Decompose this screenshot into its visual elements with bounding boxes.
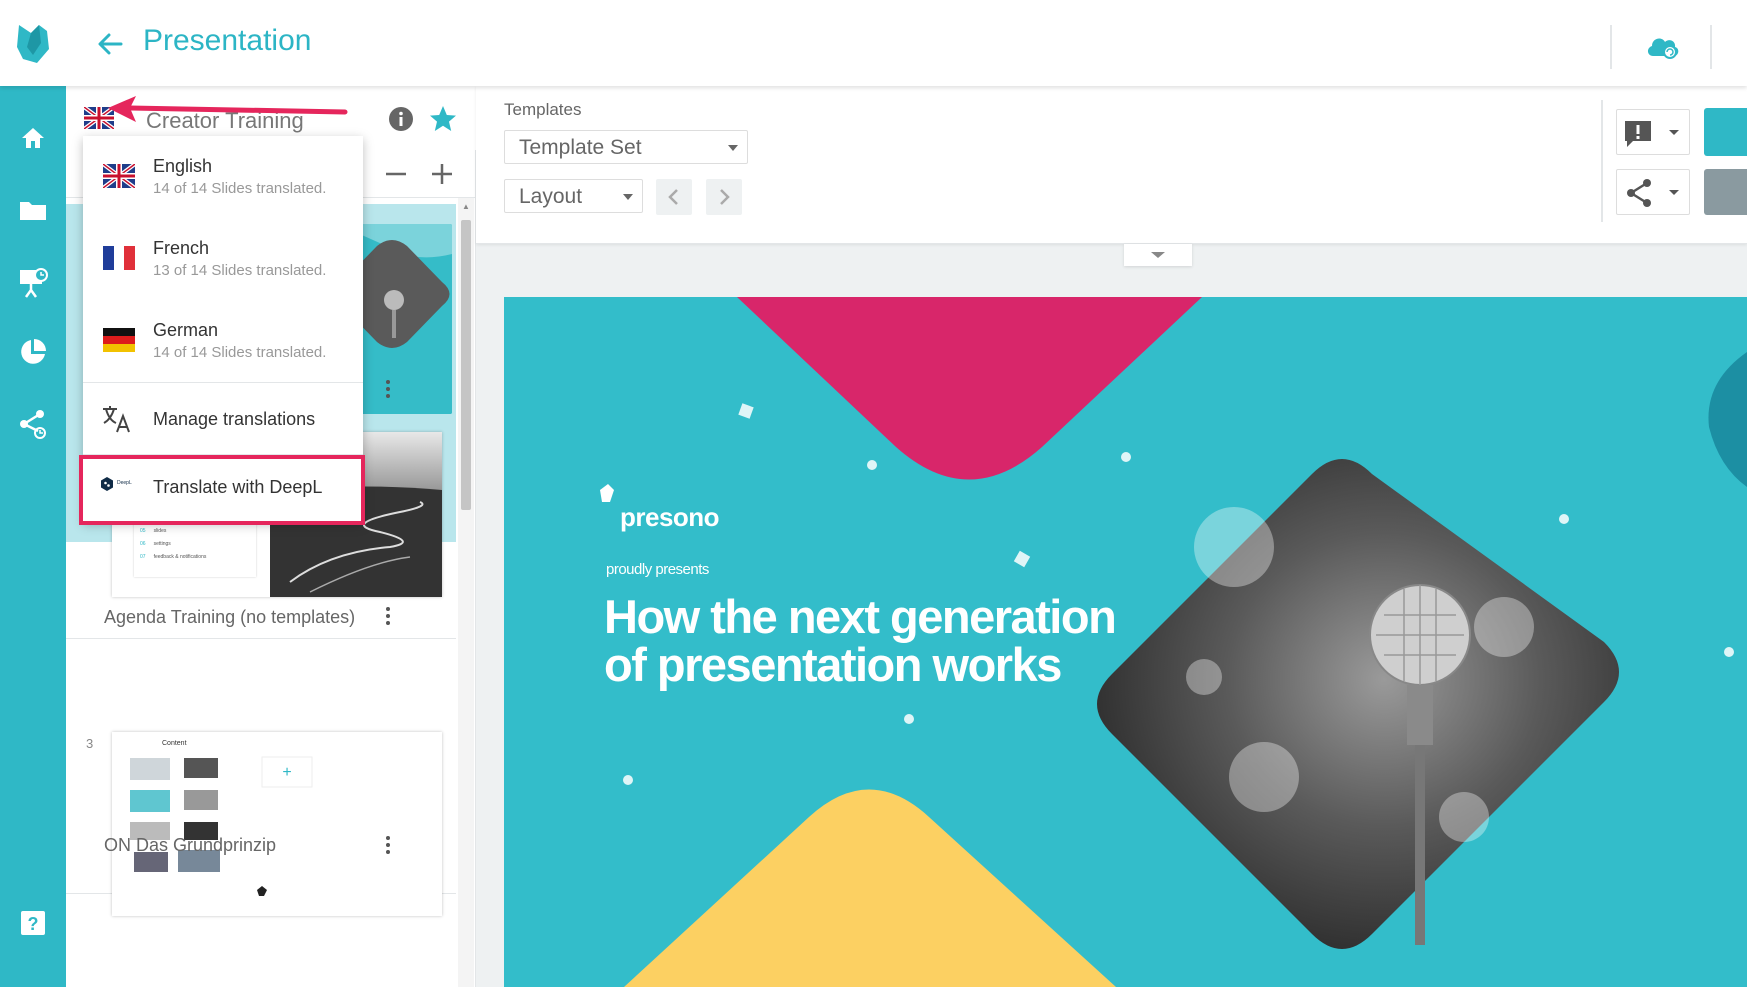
plus-icon[interactable] xyxy=(428,160,456,188)
app-window: Presentation ? Creator Training 05 slide… xyxy=(0,0,1747,987)
language-name: French xyxy=(153,238,210,258)
more-vert-icon[interactable] xyxy=(380,378,396,400)
headline-line: of presentation works xyxy=(604,638,1062,691)
divider xyxy=(83,382,363,383)
uk-flag-icon xyxy=(101,162,137,190)
agenda-row: 05 slides xyxy=(140,528,260,541)
slide-number: 3 xyxy=(86,736,94,751)
svg-text:+: + xyxy=(282,764,291,781)
template-set-select[interactable]: Template Set xyxy=(504,130,748,164)
germany-flag-icon xyxy=(103,328,135,352)
minus-icon[interactable] xyxy=(382,160,410,188)
help-icon[interactable]: ? xyxy=(13,903,53,943)
language-name: German xyxy=(153,320,219,340)
cloud-sync-icon[interactable] xyxy=(1645,32,1681,62)
scroll-up-icon[interactable]: ▲ xyxy=(461,202,471,212)
translation-status: 14 of 14 Slides translated. xyxy=(153,344,327,361)
language-option-english[interactable]: English 14 of 14 Slides translated. xyxy=(83,136,363,218)
language-option-german[interactable]: German 14 of 14 Slides translated. xyxy=(83,300,363,382)
divider xyxy=(1601,100,1603,222)
brand-name: presono xyxy=(620,502,720,532)
presentation-icon[interactable] xyxy=(13,262,53,302)
slide-headline: How the next generation of presentation … xyxy=(604,593,1164,689)
editor-toolbar xyxy=(476,86,1747,244)
svg-text:?: ? xyxy=(28,914,39,934)
agenda-number: 05 xyxy=(140,528,146,534)
agenda-number: 07 xyxy=(140,554,146,560)
layout-value: Layout xyxy=(519,185,583,208)
caret-down-icon xyxy=(728,145,738,151)
language-name: English xyxy=(153,156,213,176)
caret-down-icon xyxy=(623,194,633,200)
page-title: Presentation xyxy=(143,24,312,57)
translation-status: 14 of 14 Slides translated. xyxy=(153,180,327,197)
language-option-french[interactable]: French 13 of 14 Slides translated. xyxy=(83,218,363,300)
share-button[interactable] xyxy=(1616,169,1690,215)
divider xyxy=(1610,25,1612,69)
more-vert-icon[interactable] xyxy=(380,834,396,856)
france-flag-icon xyxy=(103,246,135,270)
chevron-right-icon[interactable] xyxy=(706,179,742,215)
slide-title: ON Das Grundprinzip xyxy=(104,835,277,855)
primary-action-button[interactable] xyxy=(1704,108,1747,156)
share-icon[interactable] xyxy=(13,404,53,444)
scrollbar-thumb[interactable] xyxy=(461,220,471,510)
translate-with-deepl-label: Translate with DeepL xyxy=(153,477,323,497)
agenda-label: feedback & notifications xyxy=(153,554,207,560)
home-icon[interactable] xyxy=(13,118,53,158)
chevron-left-icon[interactable] xyxy=(656,179,692,215)
collapse-toolbar-tab[interactable] xyxy=(1124,244,1192,266)
agenda-row: 07 feedback & notifications xyxy=(140,554,260,567)
presentation-name: Creator Training xyxy=(146,108,304,133)
headline-line: How the next generation xyxy=(604,590,1117,643)
manage-translations-item[interactable]: Manage translations xyxy=(83,384,363,454)
divider xyxy=(1710,25,1712,69)
info-icon[interactable] xyxy=(388,106,414,132)
uk-flag-icon[interactable] xyxy=(82,105,116,131)
manage-translations-label: Manage translations xyxy=(153,409,316,429)
star-icon[interactable] xyxy=(428,104,458,134)
slide-canvas[interactable]: presono proudly presents How the next ge… xyxy=(504,297,1747,987)
layout-select[interactable]: Layout xyxy=(504,179,643,213)
presono-logo[interactable] xyxy=(0,0,66,86)
more-vert-icon[interactable] xyxy=(380,605,396,627)
translation-status: 13 of 14 Slides translated. xyxy=(153,262,327,279)
slide-title: Agenda Training (no templates) xyxy=(104,607,356,627)
top-bar: Presentation xyxy=(0,0,1747,86)
back-arrow-icon[interactable] xyxy=(92,26,128,62)
left-nav: ? xyxy=(0,86,66,987)
agenda-label: slides xyxy=(153,528,167,534)
agenda-row: 06 settings xyxy=(140,541,260,554)
secondary-action-button[interactable] xyxy=(1704,169,1747,215)
translate-with-deepl-item[interactable]: DeepL Translate with DeepL xyxy=(83,454,363,522)
template-set-value: Template Set xyxy=(519,136,642,159)
translate-icon xyxy=(101,404,133,434)
proudly-presents-text: proudly presents xyxy=(606,561,709,578)
agenda-number: 06 xyxy=(140,541,146,547)
deepl-logo-icon: DeepL xyxy=(99,476,139,494)
agenda-label: settings xyxy=(153,541,171,547)
language-dropdown: English 14 of 14 Slides translated. Fren… xyxy=(83,136,363,522)
analytics-icon[interactable] xyxy=(13,332,53,372)
folder-icon[interactable] xyxy=(13,190,53,230)
templates-label: Templates xyxy=(504,100,582,119)
slide-thumbnail[interactable]: Content + xyxy=(112,732,442,916)
feedback-button[interactable] xyxy=(1616,109,1690,155)
